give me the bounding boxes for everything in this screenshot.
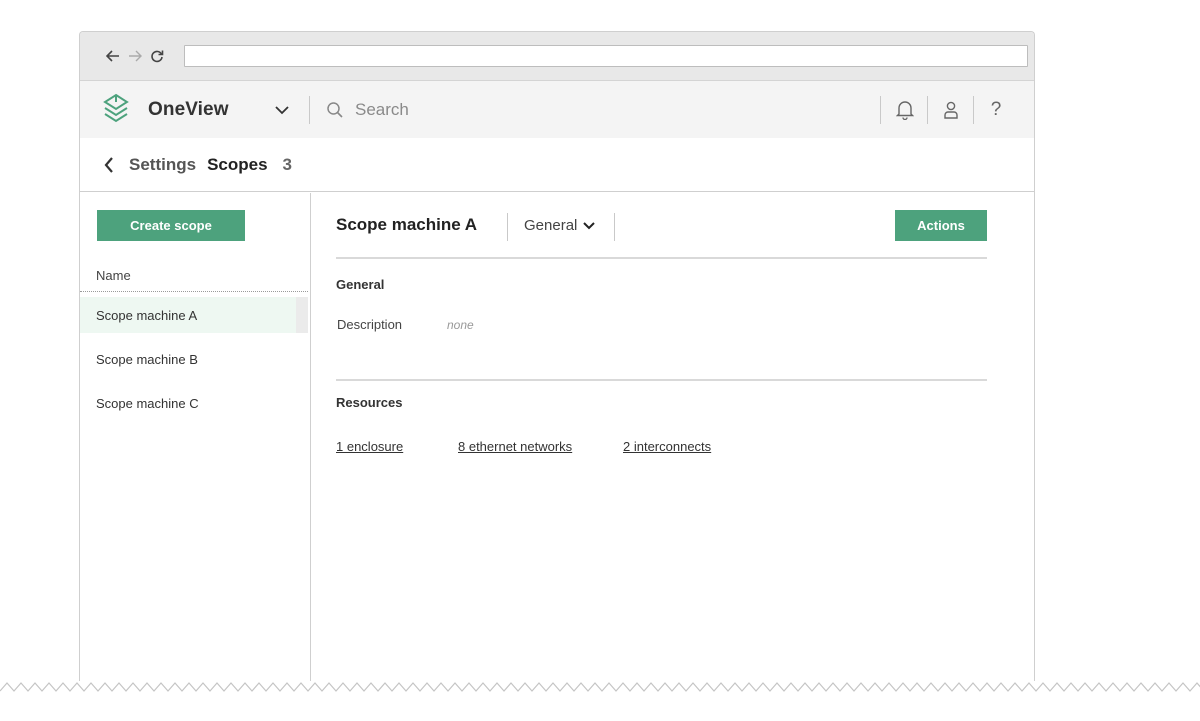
section-divider bbox=[336, 257, 987, 259]
browser-window: OneView ? Settings Scopes 3 Create sc bbox=[79, 31, 1035, 681]
header-divider bbox=[927, 96, 928, 124]
view-selector[interactable]: General bbox=[524, 217, 596, 234]
description-value: none bbox=[447, 318, 474, 332]
scope-list-panel: Create scope Name Scope machine A Scope … bbox=[80, 193, 311, 681]
search-icon bbox=[326, 101, 344, 124]
header-divider bbox=[309, 96, 310, 124]
torn-edge-decoration bbox=[0, 682, 1200, 721]
general-heading: General bbox=[336, 277, 385, 292]
user-icon[interactable] bbox=[938, 97, 964, 123]
breadcrumb: Settings Scopes 3 bbox=[80, 138, 1034, 192]
search-input[interactable] bbox=[355, 95, 835, 125]
reload-icon[interactable] bbox=[146, 45, 168, 67]
name-column-header[interactable]: Name bbox=[96, 268, 131, 283]
chevron-down-icon bbox=[583, 221, 596, 229]
title-divider bbox=[507, 213, 508, 241]
description-label: Description bbox=[337, 317, 403, 332]
chevron-left-icon[interactable] bbox=[104, 155, 118, 175]
header-divider bbox=[880, 96, 881, 124]
resources-heading: Resources bbox=[336, 395, 403, 410]
ethernet-networks-link[interactable]: 8 ethernet networks bbox=[458, 439, 572, 454]
page-title: Scopes bbox=[207, 154, 268, 174]
header-divider bbox=[973, 96, 974, 124]
list-item[interactable]: Scope machine B bbox=[80, 341, 296, 377]
list-item[interactable]: Scope machine C bbox=[80, 385, 296, 421]
forward-arrow-icon[interactable] bbox=[124, 45, 146, 67]
view-selector-label: General bbox=[524, 217, 578, 234]
bell-icon[interactable] bbox=[892, 97, 918, 123]
scrollbar[interactable] bbox=[296, 297, 308, 333]
scope-title: Scope machine A bbox=[336, 215, 478, 234]
help-glyph: ? bbox=[990, 99, 1002, 120]
app-header: OneView ? bbox=[80, 81, 1034, 138]
scope-detail-panel: Scope machine A General Actions General … bbox=[311, 193, 1034, 681]
actions-button[interactable]: Actions bbox=[895, 210, 987, 241]
interconnects-link[interactable]: 2 interconnects bbox=[623, 439, 711, 454]
enclosure-link[interactable]: 1 enclosure bbox=[336, 439, 403, 454]
address-bar[interactable] bbox=[184, 45, 1028, 67]
column-divider bbox=[80, 291, 308, 292]
brand-name: OneView bbox=[148, 98, 229, 120]
back-arrow-icon[interactable] bbox=[102, 45, 124, 67]
title-divider bbox=[614, 213, 615, 241]
section-divider bbox=[336, 379, 987, 381]
create-scope-button[interactable]: Create scope bbox=[97, 210, 245, 241]
content-area: Create scope Name Scope machine A Scope … bbox=[80, 193, 1034, 681]
stacked-layers-logo-icon bbox=[102, 93, 132, 127]
chevron-down-icon[interactable] bbox=[271, 99, 293, 121]
help-icon[interactable]: ? bbox=[983, 97, 1009, 123]
scope-count: 3 bbox=[282, 154, 293, 174]
breadcrumb-settings-link[interactable]: Settings bbox=[129, 155, 196, 175]
browser-toolbar bbox=[80, 32, 1034, 81]
list-item[interactable]: Scope machine A bbox=[80, 297, 296, 333]
